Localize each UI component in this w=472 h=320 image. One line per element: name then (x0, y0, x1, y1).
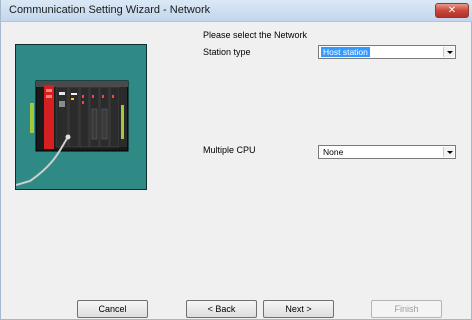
station-type-label: Station type (203, 47, 251, 57)
network-prompt: Please select the Network (203, 30, 308, 40)
chevron-down-icon[interactable] (443, 147, 454, 157)
wizard-window: Communication Setting Wizard - Network ✕ (0, 0, 472, 320)
station-type-value: Host station (321, 47, 370, 57)
plc-hardware-image (15, 44, 147, 190)
plc-illustration (15, 80, 129, 186)
window-title: Communication Setting Wizard - Network (9, 4, 211, 16)
next-button[interactable]: Next > (263, 300, 334, 318)
close-icon: ✕ (447, 5, 457, 16)
back-button[interactable]: < Back (186, 300, 257, 318)
title-bar: Communication Setting Wizard - Network ✕ (1, 0, 472, 22)
cancel-button[interactable]: Cancel (77, 300, 148, 318)
station-type-select[interactable]: Host station (318, 45, 456, 59)
chevron-down-icon[interactable] (443, 47, 454, 57)
close-button[interactable]: ✕ (435, 3, 469, 18)
multiple-cpu-label: Multiple CPU (203, 145, 256, 155)
multiple-cpu-select[interactable]: None (318, 145, 456, 159)
multiple-cpu-value: None (323, 147, 344, 157)
finish-button[interactable]: Finish (371, 300, 442, 318)
